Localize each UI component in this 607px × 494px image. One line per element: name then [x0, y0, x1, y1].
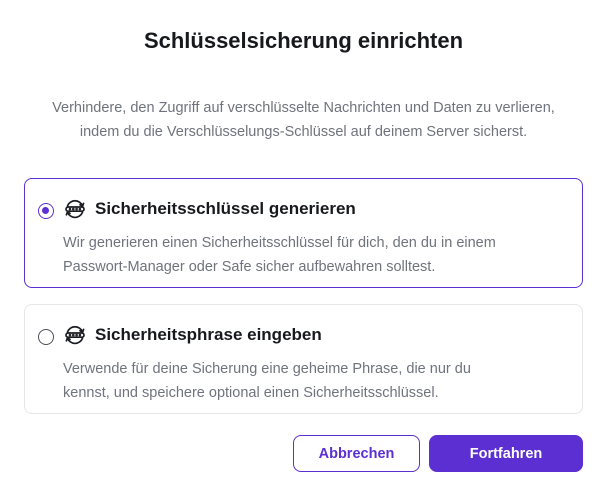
key-sync-icon — [65, 200, 85, 219]
radio-generate-security-key[interactable] — [38, 203, 54, 219]
option-description: Wir generieren einen Sicherheitsschlüsse… — [63, 231, 563, 279]
option-description-line-1: Verwende für deine Sicherung eine geheim… — [63, 361, 471, 377]
option-generate-security-key[interactable]: Sicherheitsschlüssel generieren Wir gene… — [24, 178, 583, 288]
description-line-2: indem du die Verschlüsselungs-Schlüssel … — [79, 124, 528, 140]
option-title: Sicherheitsphrase eingeben — [95, 325, 322, 344]
option-enter-security-phrase[interactable]: Sicherheitsphrase eingeben Verwende für … — [24, 304, 583, 414]
dialog-description: Verhindere, den Zugriff auf verschlüssel… — [20, 96, 587, 144]
continue-button[interactable]: Fortfahren — [429, 435, 583, 472]
dialog-title: Schlüsselsicherung einrichten — [143, 28, 464, 53]
radio-enter-security-phrase[interactable] — [38, 329, 54, 345]
radio-selected-dot — [42, 207, 49, 214]
cancel-button[interactable]: Abbrechen — [293, 435, 420, 472]
option-description-line-2: kennst, und speichere optional einen Sic… — [63, 385, 439, 401]
option-description: Verwende für deine Sicherung eine geheim… — [63, 357, 563, 405]
option-description-line-1: Wir generieren einen Sicherheitsschlüsse… — [63, 235, 496, 251]
option-title: Sicherheitsschlüssel generieren — [95, 199, 356, 218]
description-line-1: Verhindere, den Zugriff auf verschlüssel… — [52, 100, 555, 116]
key-sync-icon — [65, 326, 85, 345]
setup-key-backup-dialog: Schlüsselsicherung einrichten Verhindere… — [0, 0, 607, 494]
option-description-line-2: Passwort-Manager oder Safe sicher aufbew… — [63, 259, 436, 275]
